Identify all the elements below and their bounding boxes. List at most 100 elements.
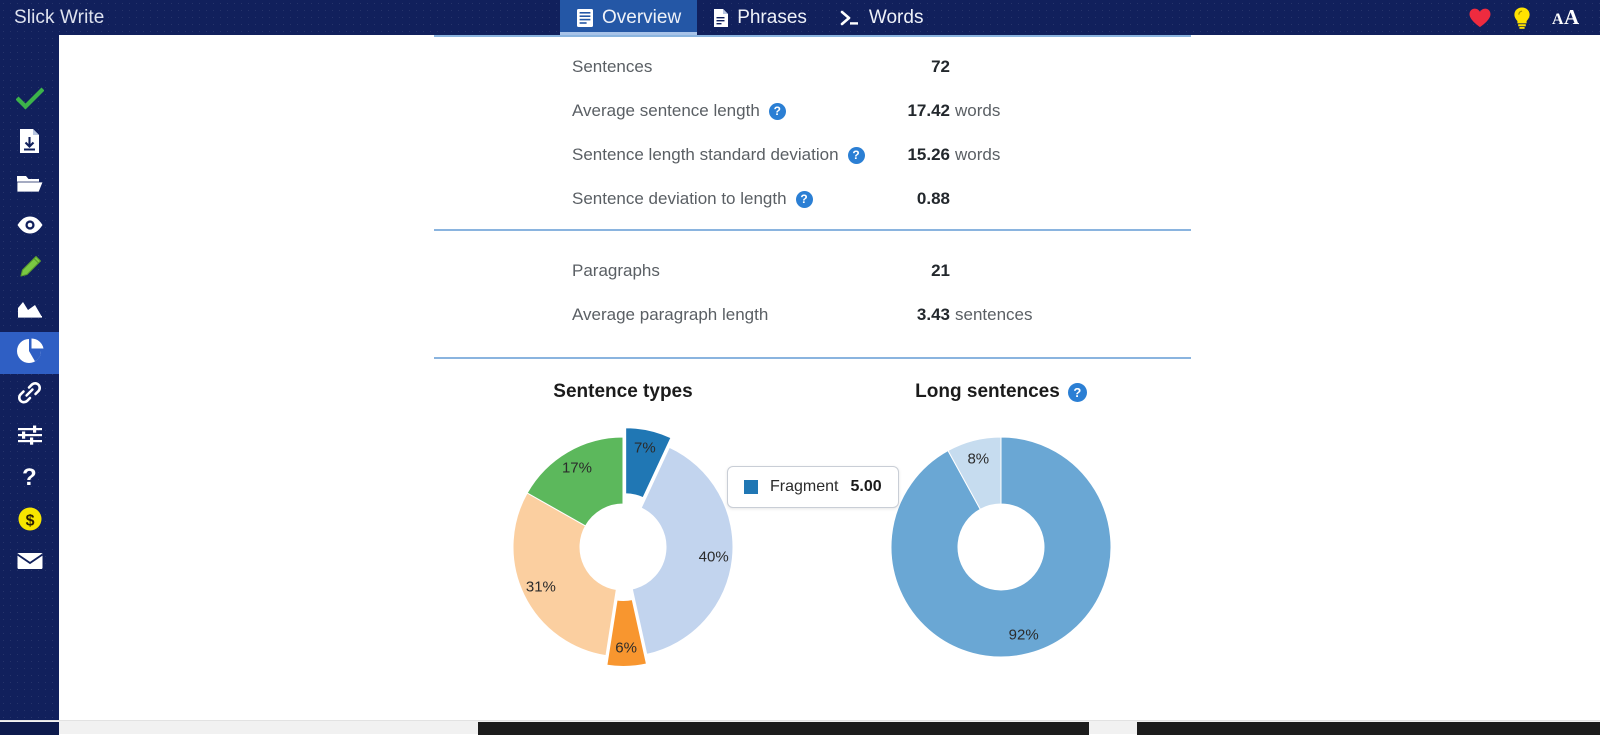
dollar-coin-icon: $	[17, 506, 43, 537]
stat-number: 15.26	[892, 145, 950, 165]
donut-long-sentences[interactable]: 92%8%	[871, 417, 1131, 682]
stat-label: Sentence deviation to length ?	[434, 189, 892, 209]
donut-chart-svg[interactable]	[871, 417, 1131, 677]
heart-icon[interactable]	[1468, 7, 1492, 29]
folder-open-icon	[16, 172, 44, 199]
sidebar-item-donate[interactable]: $	[0, 500, 59, 542]
lightbulb-icon[interactable]	[1512, 6, 1532, 30]
donut-chart-svg[interactable]	[493, 417, 753, 677]
sliders-icon	[16, 424, 44, 451]
stat-number: 21	[892, 261, 950, 281]
sidebar-item-settings[interactable]	[0, 416, 59, 458]
link-icon	[17, 380, 43, 411]
stat-label-text: Paragraphs	[572, 261, 660, 281]
sidebar-item-contact[interactable]	[0, 542, 59, 584]
tab-words[interactable]: Words	[823, 0, 940, 35]
font-size-icon[interactable]: A A	[1552, 7, 1580, 29]
tab-words-label: Words	[869, 7, 924, 29]
question-mark-icon: ?	[20, 464, 40, 495]
terminal-prompt-icon	[839, 8, 861, 28]
stat-number: 0.88	[892, 189, 950, 209]
top-bar: Slick Write Overview	[0, 0, 1600, 35]
help-icon[interactable]: ?	[796, 191, 813, 208]
svg-text:?: ?	[22, 464, 37, 490]
svg-text:A: A	[1552, 11, 1564, 28]
chart-title: Long sentences ?	[915, 381, 1087, 403]
tab-bar: Overview Phrases Words	[560, 0, 939, 35]
stat-unit: words	[955, 101, 1000, 121]
stat-row-sentence-length-stddev: Sentence length standard deviation ? 15.…	[434, 133, 1191, 177]
pencil-icon	[17, 254, 43, 285]
stat-label: Average sentence length ?	[434, 101, 892, 121]
help-icon[interactable]: ?	[848, 147, 865, 164]
svg-text:A: A	[1564, 7, 1580, 29]
app-brand[interactable]: Slick Write	[0, 0, 560, 35]
stat-row-sentence-deviation-to-length: Sentence deviation to length ? 0.88	[434, 177, 1191, 221]
tab-overview[interactable]: Overview	[560, 0, 697, 35]
main-content: Sentences 72 Average sentence length ? 1…	[59, 35, 1600, 734]
chart-tooltip: Fragment 5.00	[727, 466, 899, 508]
help-icon[interactable]: ?	[769, 103, 786, 120]
sidebar-item-download[interactable]	[0, 122, 59, 164]
pie-chart-icon	[16, 337, 44, 370]
overview-panel: Sentences 72 Average sentence length ? 1…	[434, 35, 1191, 682]
stat-row-sentences: Sentences 72	[434, 45, 1191, 89]
chart-sentence-types: Sentence types 7%40%6%31%17% Fragment 5.…	[434, 381, 812, 682]
tooltip-label: Fragment	[770, 478, 838, 496]
stat-number: 17.42	[892, 101, 950, 121]
stat-value: 21	[892, 261, 1191, 281]
scrollbar-thumb[interactable]	[478, 722, 1089, 735]
document-icon	[713, 8, 729, 28]
stat-value: 15.26 words	[892, 145, 1191, 165]
scrollbar-left-cap	[0, 722, 59, 735]
sentence-stats-group: Sentences 72 Average sentence length ? 1…	[434, 37, 1191, 229]
donut-sentence-types[interactable]: 7%40%6%31%17%	[493, 417, 753, 682]
stat-label: Sentence length standard deviation ?	[434, 145, 892, 165]
stat-value: 72	[892, 57, 1191, 77]
sidebar-item-open[interactable]	[0, 164, 59, 206]
stat-label-text: Sentences	[572, 57, 652, 77]
stat-row-avg-sentence-length: Average sentence length ? 17.42 words	[434, 89, 1191, 133]
chart-title-text: Sentence types	[553, 381, 692, 403]
eye-icon	[16, 215, 44, 240]
stat-row-paragraphs: Paragraphs 21	[434, 249, 1191, 293]
sidebar-item-check[interactable]	[0, 80, 59, 122]
stat-unit: sentences	[955, 305, 1033, 325]
sidebar-item-edit[interactable]	[0, 248, 59, 290]
donut-slice[interactable]	[513, 493, 616, 656]
tab-overview-label: Overview	[602, 7, 681, 29]
chart-title: Sentence types	[553, 381, 692, 403]
sidebar-item-statistics[interactable]	[0, 290, 59, 332]
book-icon	[576, 8, 594, 28]
stat-value: 17.42 words	[892, 101, 1191, 121]
stat-label-text: Sentence deviation to length	[572, 189, 787, 209]
sidebar-item-charts[interactable]	[0, 332, 59, 374]
chart-title-text: Long sentences	[915, 381, 1060, 403]
stat-number: 72	[892, 57, 950, 77]
envelope-icon	[16, 551, 44, 576]
sidebar-item-help[interactable]: ?	[0, 458, 59, 500]
tab-phrases[interactable]: Phrases	[697, 0, 823, 35]
stat-label: Paragraphs	[434, 261, 892, 281]
stat-label: Average paragraph length	[434, 305, 892, 325]
svg-text:$: $	[25, 512, 34, 529]
paragraph-stats-group: Paragraphs 21 Average paragraph length 3…	[434, 231, 1191, 357]
stat-label-text: Average paragraph length	[572, 305, 768, 325]
area-chart-icon	[16, 299, 44, 324]
stat-value: 3.43 sentences	[892, 305, 1191, 325]
stat-number: 3.43	[892, 305, 950, 325]
sidebar-item-links[interactable]	[0, 374, 59, 416]
sidebar-item-preview[interactable]	[0, 206, 59, 248]
chart-long-sentences: Long sentences ? 92%8%	[812, 381, 1190, 682]
horizontal-scrollbar[interactable]	[0, 720, 1600, 734]
file-download-icon	[18, 128, 42, 159]
left-sidebar: ? $	[0, 35, 59, 734]
stat-value: 0.88	[892, 189, 1191, 209]
tooltip-value: 5.00	[850, 478, 881, 496]
scrollbar-thumb-secondary[interactable]	[1137, 722, 1600, 735]
help-icon[interactable]: ?	[1068, 383, 1087, 402]
top-bar-actions: A A	[1468, 0, 1600, 35]
check-icon	[16, 87, 44, 116]
stat-unit: words	[955, 145, 1000, 165]
stat-label-text: Average sentence length	[572, 101, 760, 121]
